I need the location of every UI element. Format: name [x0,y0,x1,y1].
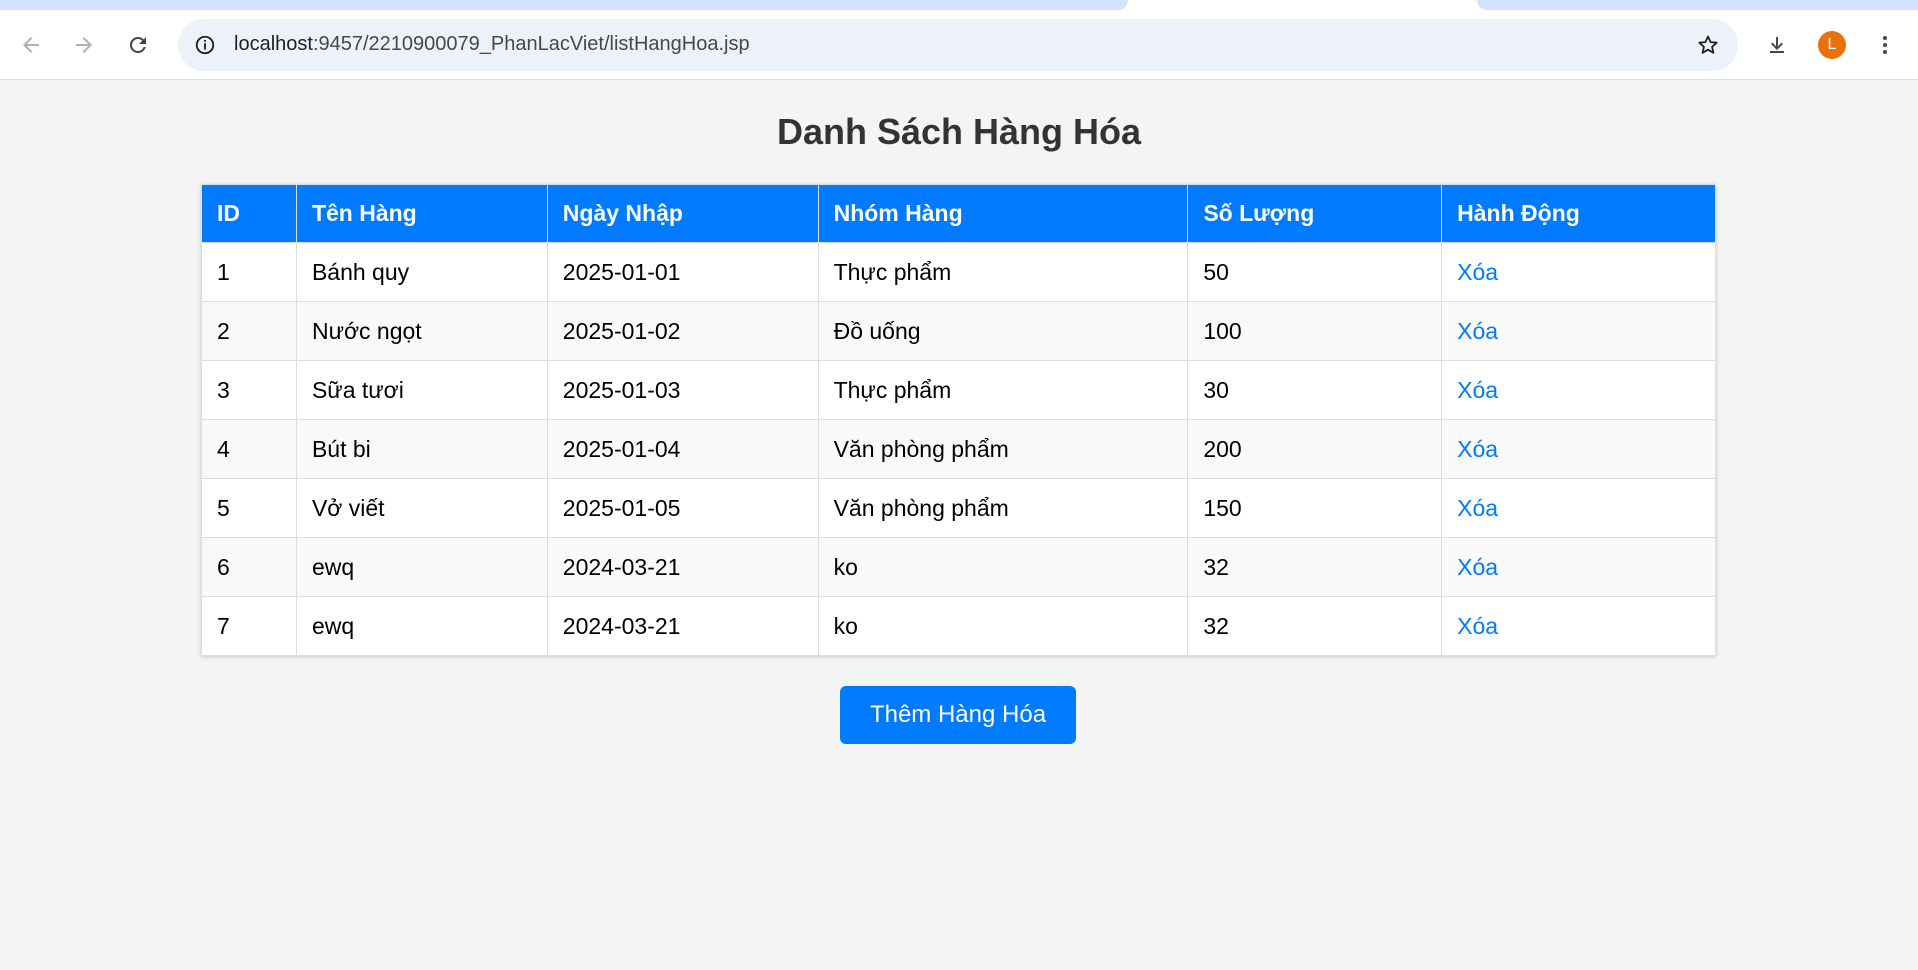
cell-date: 2025-01-03 [546,360,819,420]
cell-date: 2025-01-05 [546,478,819,538]
header-name: Tên Hàng [295,184,548,243]
header-id: ID [201,184,297,243]
cell-date: 2025-01-04 [546,419,819,479]
delete-link[interactable]: Xóa [1457,377,1498,403]
tab-strip [0,0,1918,10]
cell-action: Xóa [1441,360,1716,420]
download-icon [1770,37,1784,53]
cell-quantity: 150 [1187,478,1443,538]
cell-name: ewq [295,596,548,656]
reload-button[interactable] [119,26,157,64]
table-row: 5 Vở viết 2025-01-05 Văn phòng phẩm 150 … [201,478,1716,538]
cell-quantity: 32 [1187,596,1443,656]
back-button[interactable] [12,26,50,64]
url-text[interactable]: localhost:9457/2210900079_PhanLacViet/li… [234,33,750,56]
cell-quantity: 50 [1187,242,1443,302]
cell-id: 3 [201,360,297,420]
table-row: 4 Bút bi 2025-01-04 Văn phòng phẩm 200 X… [201,419,1716,479]
arrow-left-icon [23,37,39,53]
goods-table: ID Tên Hàng Ngày Nhập Nhóm Hàng Số Lượng… [201,184,1716,656]
cell-quantity: 30 [1187,360,1443,420]
cell-group: Văn phòng phẩm [817,478,1189,538]
cell-quantity: 32 [1187,537,1443,597]
cell-date: 2025-01-02 [546,301,819,361]
address-bar[interactable]: localhost:9457/2210900079_PhanLacViet/li… [178,19,1738,71]
header-date: Ngày Nhập [546,184,819,243]
add-goods-button[interactable]: Thêm Hàng Hóa [840,686,1076,744]
cell-name: ewq [295,537,548,597]
cell-group: ko [817,537,1189,597]
tab-background-right[interactable] [1477,0,1918,10]
url-host: localhost [234,33,313,55]
table-row: 3 Sữa tươi 2025-01-03 Thực phẩm 30 Xóa [201,360,1716,420]
tab-background-left[interactable] [0,0,1128,10]
forward-button[interactable] [65,26,103,64]
cell-action: Xóa [1441,596,1716,656]
header-action: Hành Động [1441,184,1716,243]
browser-toolbar: localhost:9457/2210900079_PhanLacViet/li… [0,10,1918,80]
cell-action: Xóa [1441,537,1716,597]
table-row: 1 Bánh quy 2025-01-01 Thực phẩm 50 Xóa [201,242,1716,302]
reload-icon [130,36,146,53]
cell-date: 2024-03-21 [546,596,819,656]
cell-name: Bánh quy [295,242,548,302]
delete-link[interactable]: Xóa [1457,613,1498,639]
bookmark-star-icon[interactable] [1694,31,1722,59]
cell-action: Xóa [1441,301,1716,361]
table-row: 7 ewq 2024-03-21 ko 32 Xóa [201,596,1716,656]
header-group: Nhóm Hàng [817,184,1189,243]
cell-id: 7 [201,596,297,656]
table-row: 6 ewq 2024-03-21 ko 32 Xóa [201,537,1716,597]
delete-link[interactable]: Xóa [1457,495,1498,521]
cell-group: ko [817,596,1189,656]
cell-date: 2024-03-21 [546,537,819,597]
cell-id: 1 [201,242,297,302]
cell-group: Thực phẩm [817,360,1189,420]
cell-date: 2025-01-01 [546,242,819,302]
delete-link[interactable]: Xóa [1457,436,1498,462]
cell-id: 5 [201,478,297,538]
delete-link[interactable]: Xóa [1457,318,1498,344]
cell-id: 6 [201,537,297,597]
cell-name: Bút bi [295,419,548,479]
cell-name: Vở viết [295,478,548,538]
cell-quantity: 200 [1187,419,1443,479]
cell-action: Xóa [1441,242,1716,302]
cell-id: 2 [201,301,297,361]
arrow-right-icon [76,37,92,53]
cell-group: Văn phòng phẩm [817,419,1189,479]
cell-action: Xóa [1441,419,1716,479]
cell-id: 4 [201,419,297,479]
profile-avatar[interactable]: L [1818,31,1846,59]
page-content: Danh Sách Hàng Hóa ID Tên Hàng Ngày Nhập… [0,81,1918,970]
cell-name: Sữa tươi [295,360,548,420]
table-header-row: ID Tên Hàng Ngày Nhập Nhóm Hàng Số Lượng… [201,184,1716,243]
cell-group: Đồ uống [817,301,1189,361]
delete-link[interactable]: Xóa [1457,259,1498,285]
browser-menu-button[interactable] [1866,26,1904,64]
delete-link[interactable]: Xóa [1457,554,1498,580]
page-title: Danh Sách Hàng Hóa [776,111,1142,152]
header-quantity: Số Lượng [1187,184,1443,243]
cell-quantity: 100 [1187,301,1443,361]
kebab-menu-icon [1883,36,1887,54]
cell-action: Xóa [1441,478,1716,538]
cell-name: Nước ngọt [295,301,548,361]
table-row: 2 Nước ngọt 2025-01-02 Đồ uống 100 Xóa [201,301,1716,361]
info-icon[interactable] [190,30,220,60]
cell-group: Thực phẩm [817,242,1189,302]
url-path: :9457/2210900079_PhanLacViet/listHangHoa… [312,33,750,55]
download-button[interactable] [1758,26,1796,64]
